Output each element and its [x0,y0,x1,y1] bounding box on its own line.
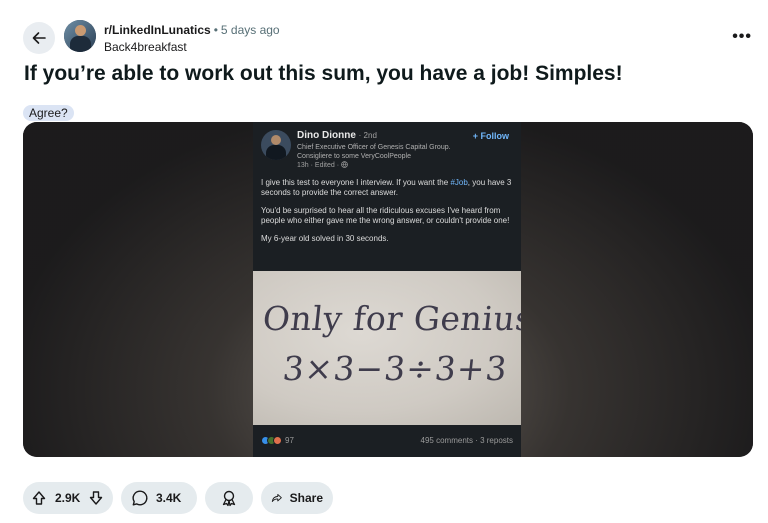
linkedin-paragraph-1: I give this test to everyone I interview… [261,178,516,198]
post-action-bar: 2.9K 3.4K Share [23,482,333,514]
linkedin-paragraph-3: My 6-year old solved in 30 seconds. [261,234,389,243]
share-label: Share [289,491,323,505]
linkedin-footer: 97 495 comments · 3 reposts [253,425,521,457]
post-meta: r/LinkedInLunatics • 5 days ago Back4bre… [104,22,280,55]
award-icon [222,490,236,507]
linkedin-time-text: 13h · Edited · [297,162,340,169]
vote-count: 2.9K [55,491,81,505]
more-options-button[interactable]: ••• [732,28,752,46]
linkedin-post-body: I give this test to everyone I interview… [261,178,516,252]
share-icon [271,493,282,503]
reaction-icons: 97 [261,436,294,445]
back-button[interactable] [23,22,55,54]
reaction-count: 97 [285,436,294,445]
meta-separator: • [213,23,218,37]
comment-icon [132,490,148,506]
linkedin-avatar [261,130,291,160]
linkedin-degree: · 2nd [358,131,377,140]
post-title: If you’re able to work out this sum, you… [24,62,623,85]
linkedin-paragraph-2: You'd be surprised to hear all the ridic… [261,206,510,225]
downvote-icon[interactable] [88,490,104,506]
linkedin-stats: 495 comments · 3 reposts [420,436,513,445]
p1-before: I give this test to everyone I interview… [261,178,451,187]
comment-count: 3.4K [156,491,182,505]
subreddit-avatar[interactable] [64,20,96,52]
linkedin-follow-label: + Follow [472,131,509,141]
puzzle-equation: 3×3−3÷3+3 [280,349,510,388]
puzzle-heading: Only for Genius [260,299,521,338]
linkedin-screenshot: Dino Dionne · 2nd Chief Executive Office… [253,122,521,457]
vote-control: 2.9K [23,482,113,514]
globe-icon [341,161,348,168]
award-button[interactable] [205,482,253,514]
linkedin-author-name: Dino Dionne · 2nd [297,130,377,141]
upvote-icon[interactable] [31,490,47,506]
post-media[interactable]: Dino Dionne · 2nd Chief Executive Office… [23,122,753,457]
arrow-left-icon [32,32,46,44]
author-link[interactable]: Back4breakfast [104,39,280,55]
linkedin-time: 13h · Edited · [297,161,348,169]
comments-button[interactable]: 3.4K [121,482,197,514]
linkedin-headline: Chief Executive Officer of Genesis Capit… [297,144,451,160]
linkedin-name-text: Dino Dionne [297,130,356,141]
subreddit-link[interactable]: r/LinkedInLunatics [104,22,211,38]
math-puzzle-image: Only for Genius 3×3−3÷3+3 [253,271,521,425]
share-button[interactable]: Share [261,482,333,514]
heart-reaction-icon [273,436,282,445]
post-time: 5 days ago [220,23,280,37]
job-hashtag: #Job [450,178,468,187]
post-flair[interactable]: Agree? [23,105,74,121]
